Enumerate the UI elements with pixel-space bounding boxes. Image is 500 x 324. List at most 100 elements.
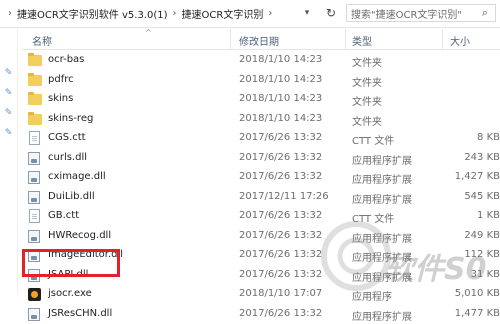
file-icon [28, 131, 42, 145]
file-type: 文件夹 [352, 113, 382, 128]
column-header: ^ 名称 修改日期 类型 大小 [22, 29, 500, 50]
file-date: 2017/6/26 13:32 [239, 230, 322, 241]
file-size: 249 KB [464, 230, 500, 241]
file-size: 545 KB [464, 191, 500, 202]
column-divider[interactable] [345, 29, 346, 49]
pin-icon[interactable]: ✎ [3, 88, 14, 99]
file-date: 2017/6/26 13:32 [239, 132, 322, 143]
column-divider[interactable] [230, 29, 231, 49]
file-row[interactable]: skins-reg 2018/1/10 14:23 文件夹 [22, 110, 500, 130]
pin-icon[interactable]: ✎ [3, 128, 14, 139]
chevron-right-icon: › [171, 8, 179, 19]
navigation-pane: ✎ ✎ ✎ ✎ [0, 28, 18, 293]
dll-icon [28, 307, 42, 321]
column-divider[interactable] [442, 29, 443, 49]
file-row[interactable]: skins2018/1/10 14:23文件夹 [22, 90, 500, 110]
dll-icon [28, 190, 42, 204]
breadcrumb-item-parent[interactable]: 捷速OCR文字识别软件 v5.3.0(1) [14, 6, 171, 21]
dll-icon [28, 268, 42, 282]
file-row[interactable]: JSAPI.dll2017/6/26 13:32应用程序扩展31 KB [22, 266, 500, 286]
file-date: 2018/1/10 14:23 [239, 54, 322, 65]
search-icon[interactable]: ⌕ [478, 6, 492, 20]
file-date: 2017/6/26 13:32 [239, 210, 322, 221]
file-row[interactable]: GB.ctt 2017/6/26 13:32 CTT 文件 1 KB [22, 207, 500, 227]
file-type: 应用程序扩展 [352, 152, 412, 167]
file-type: CTT 文件 [352, 132, 394, 147]
file-name: ocr-bas [48, 54, 84, 65]
dll-icon [28, 248, 42, 262]
file-row[interactable]: HWRecog.dll2017/6/26 13:32应用程序扩展249 KB [22, 227, 500, 247]
file-size: 1,477 KB [455, 308, 500, 319]
file-date: 2017/6/26 13:32 [239, 171, 322, 182]
refresh-button[interactable]: ↻ [322, 4, 340, 22]
file-type: 应用程序扩展 [352, 308, 412, 323]
file-date: 2017/12/11 17:26 [239, 191, 329, 202]
exe-icon [28, 287, 42, 301]
chevron-down-icon: ▾ [305, 8, 310, 18]
chevron-right-icon: › [6, 8, 14, 19]
file-name: HWRecog.dll [48, 230, 111, 241]
file-date: 2017/6/26 13:32 [239, 152, 322, 163]
breadcrumb-item-current[interactable]: 捷速OCR文字识别 [179, 6, 267, 21]
file-size: 1 KB [477, 210, 500, 221]
file-date: 2017/6/26 13:32 [239, 308, 322, 319]
file-date: 2018/1/10 17:07 [239, 288, 322, 299]
column-name[interactable]: 名称 [32, 33, 52, 48]
file-row[interactable]: jsocr.exe2018/1/10 17:07应用程序5,010 KB [22, 285, 500, 305]
refresh-icon: ↻ [326, 6, 336, 20]
chevron-right-icon: › [266, 8, 274, 19]
file-date: 2018/1/10 14:23 [239, 93, 322, 104]
file-row[interactable]: CGS.ctt 2017/6/26 13:32 CTT 文件 8 KB [22, 129, 500, 149]
file-name: GB.ctt [48, 210, 79, 221]
file-row[interactable]: pdfrc2018/1/10 14:23文件夹 [22, 71, 500, 91]
pin-icon[interactable]: ✎ [3, 108, 14, 119]
file-size: 112 KB [464, 249, 500, 260]
file-type: 应用程序扩展 [352, 249, 412, 264]
dll-icon [28, 170, 42, 184]
column-size[interactable]: 大小 [450, 33, 470, 48]
file-name: cximage.dll [48, 171, 106, 182]
file-name: CGS.ctt [48, 132, 86, 143]
file-size: 1,427 KB [455, 171, 500, 182]
file-icon [28, 209, 42, 223]
address-bar: › 捷速OCR文字识别软件 v5.3.0(1) › 捷速OCR文字识别 › ▾ … [0, 0, 500, 28]
file-name: jsocr.exe [48, 288, 92, 299]
search-input[interactable]: 搜索"捷速OCR文字识别" [347, 6, 462, 21]
file-type: 应用程序扩展 [352, 269, 412, 284]
file-size: 31 KB [471, 269, 500, 280]
file-size: 243 KB [464, 152, 500, 163]
file-name: skins [48, 93, 73, 104]
file-date: 2017/6/26 13:32 [239, 249, 322, 260]
file-type: 应用程序扩展 [352, 171, 412, 186]
file-list: ocr-bas 2018/1/10 14:23 文件夹 pdfrc 2018/1/10 … [22, 51, 500, 324]
file-row[interactable]: JSResCHN.dll2017/6/26 13:32应用程序扩展1,477 K… [22, 305, 500, 324]
file-date: 2018/1/10 14:23 [239, 74, 322, 85]
file-size: 8 KB [477, 132, 500, 143]
dll-icon [28, 229, 42, 243]
file-row[interactable]: ImageEditor.dll 2017/6/26 13:32 应用程序扩展 112 … [22, 246, 500, 266]
folder-icon [28, 92, 42, 106]
file-row[interactable]: curls.dll2017/6/26 13:32应用程序扩展243 KB [22, 149, 500, 169]
search-box[interactable]: 搜索"捷速OCR文字识别" ⌕ [346, 4, 496, 22]
file-name: DuiLib.dll [48, 191, 95, 202]
file-type: 应用程序 [352, 288, 392, 303]
file-row[interactable]: DuiLib.dll 2017/12/11 17:26 应用程序扩展 545 KB [22, 188, 500, 208]
file-row[interactable]: cximage.dll 2017/6/26 13:32 应用程序扩展 1,427 KB [22, 168, 500, 188]
file-name: pdfrc [48, 74, 74, 85]
folder-icon [28, 73, 42, 87]
file-row[interactable]: ocr-bas 2018/1/10 14:23 文件夹 [22, 51, 500, 71]
file-name: ImageEditor.dll [48, 249, 123, 260]
folder-icon [28, 53, 42, 67]
file-type: 文件夹 [352, 54, 382, 69]
file-type: CTT 文件 [352, 210, 394, 225]
address-dropdown-button[interactable]: ▾ [298, 4, 316, 22]
file-name: skins-reg [48, 113, 93, 124]
file-type: 应用程序扩展 [352, 191, 412, 206]
breadcrumb: › 捷速OCR文字识别软件 v5.3.0(1) › 捷速OCR文字识别 › [6, 4, 321, 22]
column-type[interactable]: 类型 [352, 33, 372, 48]
file-date: 2017/6/26 13:32 [239, 269, 322, 280]
pin-icon[interactable]: ✎ [3, 68, 14, 79]
folder-icon [28, 112, 42, 126]
file-date: 2018/1/10 14:23 [239, 113, 322, 124]
column-date[interactable]: 修改日期 [239, 33, 279, 48]
